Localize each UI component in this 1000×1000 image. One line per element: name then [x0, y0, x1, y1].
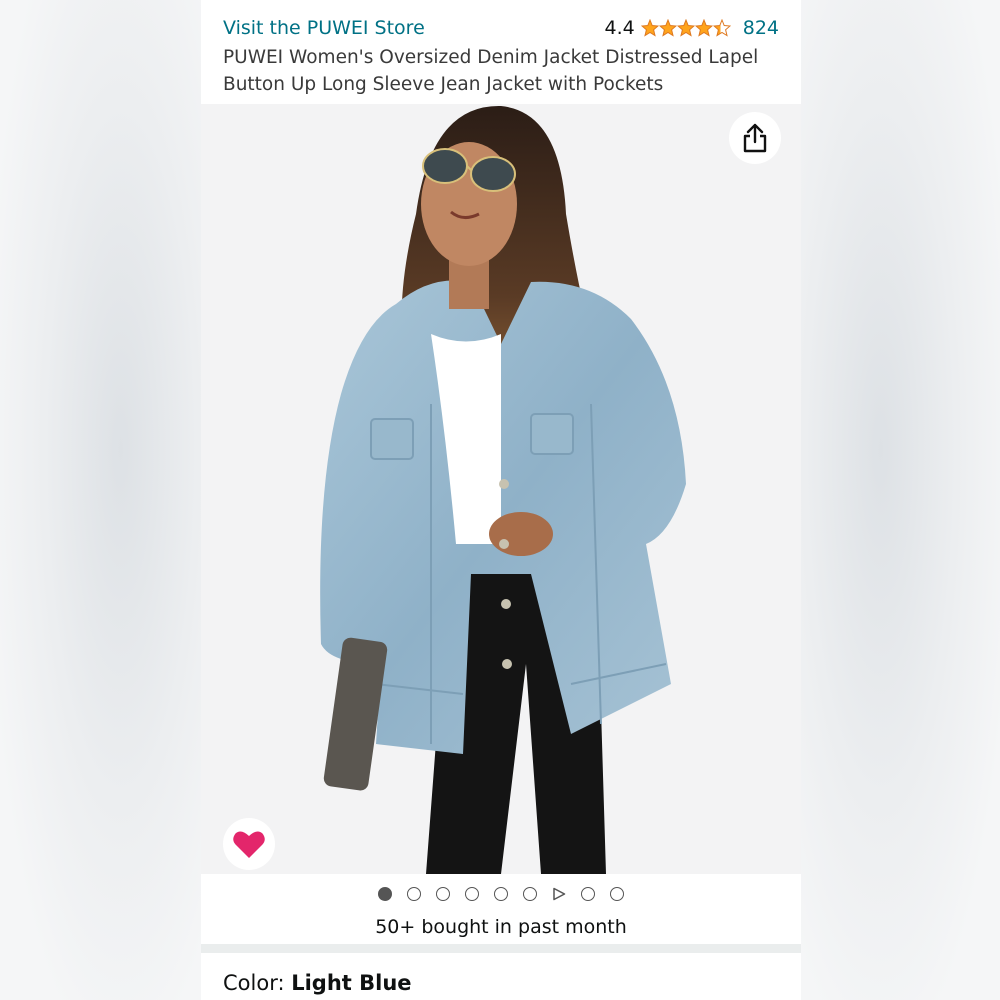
pagination-dot[interactable]	[523, 887, 537, 901]
store-link[interactable]: Visit the PUWEI Store	[223, 17, 425, 39]
pagination-dot[interactable]	[610, 887, 624, 901]
pagination-dot[interactable]	[407, 887, 421, 901]
color-value: Light Blue	[291, 971, 412, 995]
star-icon	[712, 19, 731, 37]
pagination-dot[interactable]	[378, 887, 392, 901]
star-icon	[694, 19, 713, 37]
rating-value: 4.4	[604, 17, 635, 39]
product-image[interactable]	[201, 104, 801, 874]
pagination-dot[interactable]	[494, 887, 508, 901]
product-title: PUWEI Women's Oversized Denim Jacket Dis…	[223, 47, 759, 95]
background-left	[0, 0, 201, 1000]
pagination-dot[interactable]	[465, 887, 479, 901]
star-icon	[676, 19, 695, 37]
color-label: Color:	[223, 971, 292, 995]
bought-in-past-month: 50+ bought in past month	[375, 916, 627, 938]
star-icon	[658, 19, 677, 37]
product-image-gallery[interactable]	[201, 104, 801, 874]
rating-summary[interactable]: 4.4 824	[605, 17, 779, 39]
section-divider	[201, 944, 801, 953]
pagination-dot[interactable]	[581, 887, 595, 901]
rating-stars	[640, 19, 731, 37]
share-icon	[743, 123, 767, 153]
rating-count[interactable]: 824	[743, 17, 779, 39]
product-page: Visit the PUWEI Store 4.4 824 PUWEI Wome…	[201, 0, 801, 1000]
gallery-pagination[interactable]	[201, 882, 801, 906]
product-header: Visit the PUWEI Store 4.4 824 PUWEI Wome…	[201, 0, 801, 104]
background-right	[801, 0, 1000, 1000]
star-icon	[640, 19, 659, 37]
share-button[interactable]	[729, 112, 781, 164]
heart-icon	[233, 831, 265, 858]
color-selector-label: Color: Light Blue	[223, 971, 412, 995]
favorite-button[interactable]	[223, 818, 275, 870]
pagination-dot[interactable]	[436, 887, 450, 901]
play-icon[interactable]	[552, 887, 566, 901]
